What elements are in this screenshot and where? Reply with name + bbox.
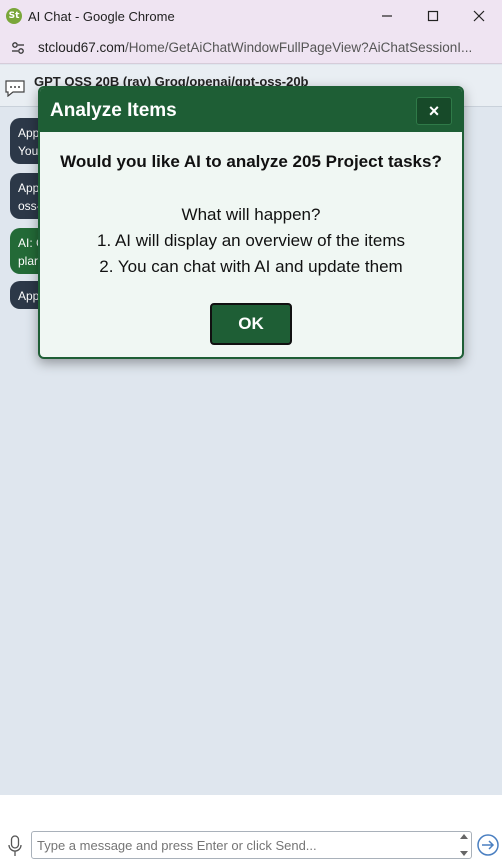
- chat-bubble-icon: [5, 80, 25, 97]
- arrow-up-icon[interactable]: [459, 833, 469, 840]
- url-domain: stcloud67.com: [38, 40, 126, 55]
- close-icon: [473, 10, 485, 22]
- minimize-icon: [382, 15, 392, 17]
- dialog-step: 2. You can chat with AI and update them: [99, 257, 403, 276]
- site-info-button[interactable]: [8, 38, 28, 58]
- window-title: AI Chat - Google Chrome: [28, 8, 175, 24]
- input-scroll-arrows[interactable]: [458, 833, 470, 857]
- tune-icon: [12, 41, 24, 54]
- dialog-subheading: What will happen?: [181, 205, 321, 224]
- maximize-icon: [427, 10, 439, 22]
- send-icon[interactable]: [477, 834, 499, 856]
- window-controls: [364, 0, 502, 32]
- message-input-row: [0, 795, 502, 866]
- address-bar[interactable]: stcloud67.com/Home/GetAiChatWindowFullPa…: [0, 32, 502, 64]
- analyze-items-dialog: Analyze Items × Would you like AI to ana…: [38, 86, 464, 359]
- message-input[interactable]: [31, 831, 472, 859]
- close-window-button[interactable]: [456, 0, 502, 32]
- dialog-question: Would you like AI to analyze 205 Project…: [60, 152, 442, 171]
- dialog-step: 1. AI will display an overview of the it…: [96, 231, 406, 250]
- app-logo-icon: St: [6, 8, 22, 24]
- url-path: /Home/GetAiChatWindowFullPageView?AiChat…: [125, 40, 473, 55]
- ok-button[interactable]: OK: [210, 303, 292, 345]
- microphone-icon[interactable]: [8, 835, 22, 857]
- dialog-close-button[interactable]: ×: [416, 97, 452, 125]
- window-titlebar: St AI Chat - Google Chrome: [0, 0, 502, 32]
- minimize-button[interactable]: [364, 0, 410, 32]
- url-text[interactable]: stcloud67.com/Home/GetAiChatWindowFullPa…: [38, 40, 478, 55]
- maximize-button[interactable]: [410, 0, 456, 32]
- arrow-down-icon[interactable]: [459, 850, 469, 857]
- dialog-title: Analyze Items: [50, 100, 177, 121]
- dialog-header: Analyze Items ×: [40, 88, 462, 132]
